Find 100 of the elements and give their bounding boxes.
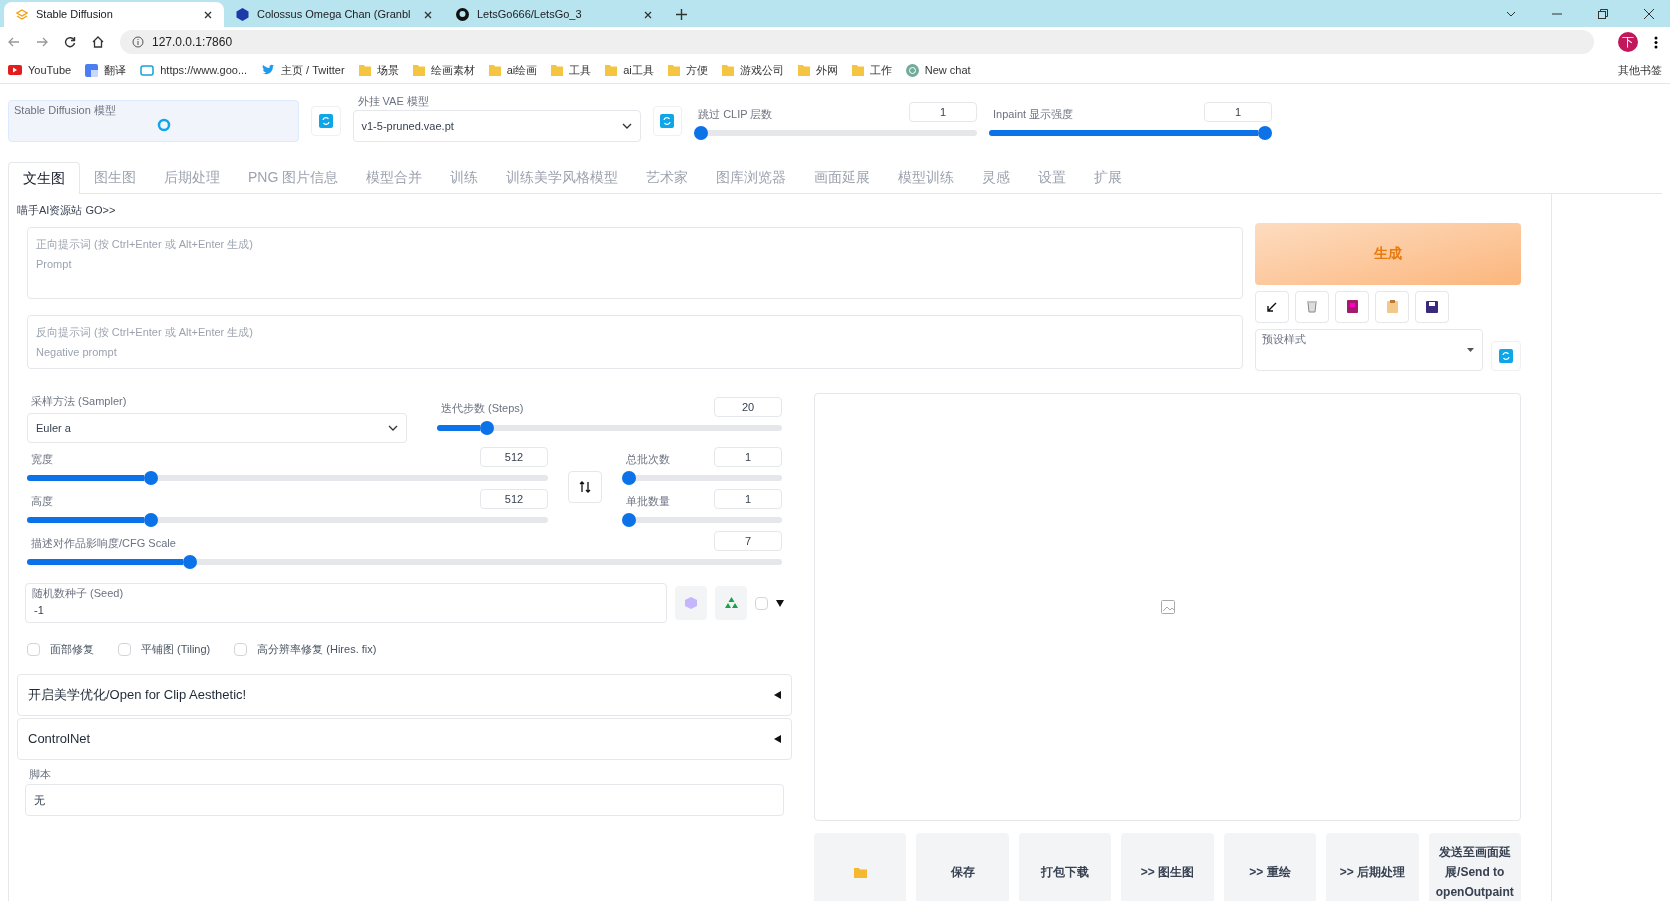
save-button[interactable] [1415, 290, 1449, 323]
swap-button[interactable] [568, 471, 602, 503]
checkbox[interactable] [27, 642, 40, 656]
slider[interactable] [27, 471, 548, 485]
caret-icon[interactable] [776, 599, 784, 607]
number-field[interactable]: 1 [909, 102, 978, 122]
browser-tab[interactable]: LetsGo666/LetsGo_3 [444, 2, 664, 27]
close-icon[interactable] [424, 10, 432, 19]
slider-handle[interactable] [182, 555, 197, 569]
styles-dropdown[interactable]: 预设样式 [1255, 328, 1483, 371]
folder-icon [412, 64, 425, 76]
profile-avatar[interactable]: 下 [1618, 32, 1638, 52]
refresh-button[interactable] [311, 106, 341, 136]
bookmark[interactable]: YouTube [8, 61, 72, 79]
slider[interactable] [437, 420, 782, 435]
slider-handle[interactable] [143, 513, 158, 527]
restore-icon[interactable] [1598, 9, 1608, 19]
refresh-icon [318, 114, 333, 128]
accordion-header[interactable]: ControlNet [17, 717, 792, 760]
menu-icon[interactable] [1654, 35, 1658, 49]
slider-handle[interactable] [480, 420, 494, 435]
recycle-button[interactable] [715, 586, 747, 620]
bookmark[interactable]: ai工具 [605, 61, 654, 79]
checkbox[interactable] [118, 642, 131, 656]
folder-icon [488, 64, 501, 76]
accordion-header[interactable]: 开启美学优化/Open for Clip Aesthetic! [17, 673, 792, 716]
slider[interactable] [622, 513, 782, 527]
field-label: 预设样式 [1262, 331, 1306, 347]
slider-handle[interactable] [1258, 126, 1272, 140]
checkbox[interactable] [234, 642, 248, 656]
back-icon[interactable] [8, 36, 20, 48]
bookmark[interactable]: 主页 / Twitter [261, 61, 345, 79]
address-bar[interactable]: 127.0.0.1:7860 [120, 30, 1594, 54]
number-field[interactable]: 20 [714, 396, 782, 417]
slider-label: 高度 [30, 493, 53, 509]
folder-icon [551, 64, 564, 76]
action-button[interactable]: 保存 [916, 833, 1009, 901]
close-icon[interactable] [204, 10, 212, 19]
number-field[interactable]: 1 [714, 447, 782, 467]
close-icon[interactable] [644, 10, 652, 19]
plus-icon[interactable] [676, 9, 687, 20]
tab-title: Colossus Omega Chan (Granbl [257, 7, 412, 23]
clipboard-button[interactable] [1375, 290, 1409, 323]
action-button[interactable]: 打包下载 [1018, 833, 1112, 901]
bookmark-folder[interactable]: 其他书签 [1618, 61, 1662, 79]
slider[interactable] [27, 555, 782, 569]
chevron-down-icon[interactable] [1506, 11, 1516, 17]
bookmark[interactable]: 工具 [551, 61, 592, 79]
slider[interactable] [622, 471, 782, 485]
browser-tab[interactable]: Colossus Omega Chan (Granbl [224, 2, 444, 27]
refresh-button[interactable] [652, 106, 683, 136]
number-field[interactable]: 1 [1204, 102, 1272, 122]
sampler-dropdown[interactable]: Euler a [27, 413, 407, 443]
slider-handle[interactable] [143, 471, 158, 485]
number-field[interactable]: 512 [480, 489, 548, 509]
field-value: -1 [34, 602, 44, 618]
bookmark[interactable]: ai绘画 [488, 61, 538, 79]
field-label: 脚本 [28, 766, 52, 782]
layers-icon [16, 8, 28, 21]
model-dropdown[interactable]: Stable Diffusion 模型 [8, 100, 300, 142]
folder-icon [851, 64, 864, 76]
book-button[interactable] [1335, 290, 1369, 323]
slider-fill [437, 424, 480, 431]
checkbox[interactable] [755, 596, 768, 610]
action-button[interactable]: 发送至画面延展/Send to openOutpaint [1428, 833, 1521, 901]
seed-field[interactable]: 随机数种子 (Seed) -1 [25, 583, 667, 623]
slider-handle[interactable] [622, 471, 636, 485]
bookmark[interactable]: 游戏公司 [721, 61, 784, 79]
number-field[interactable]: 7 [714, 531, 782, 551]
slider-handle[interactable] [694, 126, 709, 140]
folder-icon [667, 64, 680, 76]
bookmark[interactable]: 绘画素材 [412, 61, 475, 79]
script-dropdown[interactable]: 无 [25, 784, 784, 816]
refresh-button[interactable] [1491, 340, 1521, 371]
caret-icon [1467, 347, 1474, 352]
number-field[interactable]: 512 [480, 447, 548, 467]
action-button[interactable]: >> 后期处理 [1326, 833, 1419, 901]
tab[interactable]: 文生图 [8, 162, 80, 194]
slider-handle[interactable] [622, 513, 636, 527]
reload-icon[interactable] [64, 36, 76, 48]
arrow-button[interactable] [1255, 290, 1289, 323]
chevron-down-icon [388, 425, 398, 431]
bookmark[interactable]: 翻译 [85, 61, 127, 79]
bookmark[interactable]: 外网 [797, 61, 838, 79]
action-button[interactable]: >> 图生图 [1121, 833, 1214, 901]
action-button[interactable]: >> 重绘 [1223, 833, 1317, 901]
bookmark[interactable]: 工作 [851, 61, 892, 79]
number-field[interactable]: 1 [714, 489, 782, 509]
forward-icon[interactable] [36, 36, 48, 48]
close-icon[interactable] [1644, 9, 1654, 19]
bookmark[interactable]: 方便 [667, 61, 708, 79]
browser-tab[interactable]: Stable Diffusion [4, 2, 224, 27]
slider[interactable] [989, 126, 1272, 140]
slider[interactable] [27, 513, 548, 527]
slider[interactable] [694, 126, 978, 140]
field-label: 外挂 VAE 模型 [357, 94, 429, 109]
bookmark[interactable]: https://www.goo... [140, 61, 248, 79]
home-icon[interactable] [92, 36, 104, 48]
bookmark[interactable]: New chat [905, 61, 971, 79]
bookmark[interactable]: 场景 [358, 61, 399, 79]
